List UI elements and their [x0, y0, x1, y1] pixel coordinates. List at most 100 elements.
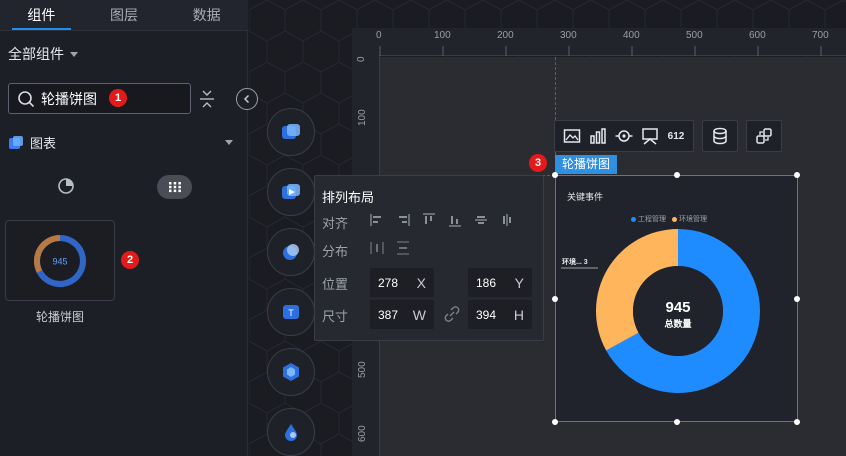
database-button[interactable] [707, 123, 733, 149]
x-unit: X [416, 274, 426, 291]
align-left-icon[interactable] [369, 212, 385, 228]
target-button[interactable] [611, 123, 637, 149]
align-bottom-icon[interactable] [447, 212, 463, 228]
filter-icon[interactable] [198, 89, 216, 109]
ruler-left-label: 0 [356, 56, 367, 62]
donut-thumbnail: 945 [33, 234, 86, 287]
resize-handle[interactable] [552, 296, 558, 302]
selected-component-label: 轮播饼图 [555, 155, 618, 174]
interaction-button[interactable] [751, 123, 777, 149]
align-top-icon[interactable] [421, 212, 437, 228]
quick-component-6[interactable] [267, 408, 315, 456]
search-icon [18, 90, 35, 107]
align-right-icon[interactable] [395, 212, 411, 228]
quick-component-4[interactable]: T [267, 288, 315, 336]
y-unit: Y [514, 274, 524, 291]
toolbar-group-link [746, 120, 782, 152]
monitor-button[interactable] [637, 123, 663, 149]
ruler-top-label: 0 [376, 30, 382, 41]
quick-component-5[interactable] [267, 348, 315, 396]
panel-tabs: 组件 图层 数据 [0, 0, 248, 31]
chevron-down-icon [225, 140, 233, 145]
category-label: 图表 [30, 136, 57, 151]
chart-category-icon [9, 135, 23, 149]
resize-handle[interactable] [674, 172, 680, 178]
quick-component-2[interactable] [267, 168, 315, 216]
resize-handle[interactable] [794, 296, 800, 302]
resize-handle[interactable] [552, 419, 558, 425]
distribute-vertical-icon[interactable] [395, 240, 411, 256]
ruler-top-label: 100 [434, 30, 451, 41]
all-components-dropdown[interactable]: 全部组件 [8, 44, 78, 64]
distribute-label: 分布 [322, 244, 349, 259]
tab-layers[interactable]: 图层 [83, 0, 166, 30]
resize-handle[interactable] [794, 172, 800, 178]
position-x-field[interactable]: 278 X [370, 268, 434, 297]
quick-component-1[interactable] [267, 108, 315, 156]
size-h-field[interactable]: 394 H [468, 300, 532, 329]
grid-icon [168, 182, 181, 193]
ruler-left-label: 600 [357, 425, 368, 442]
ruler-top-label: 200 [497, 30, 514, 41]
bar-chart-button[interactable] [585, 123, 611, 149]
image-type-button[interactable] [559, 123, 585, 149]
resize-handle[interactable] [674, 419, 680, 425]
arrange-layout-panel: 排列布局 对齐 分布 位置 278 X 186 Y 尺寸 387 W 394 H [314, 175, 544, 341]
align-label: 对齐 [322, 216, 349, 231]
bar-chart-icon [590, 128, 606, 144]
text-widget-icon: T [283, 305, 299, 319]
ruler-left-label: 500 [357, 361, 368, 378]
target-icon [615, 130, 633, 142]
category-charts[interactable]: 图表 [8, 133, 233, 152]
ruler-top-label: 500 [686, 30, 703, 41]
size-w-field[interactable]: 387 W [370, 300, 434, 329]
chevron-left-icon [243, 94, 250, 104]
monitor-icon [642, 128, 658, 145]
collapse-panel-button[interactable] [236, 88, 258, 110]
number-button[interactable]: 612 [663, 123, 689, 149]
resize-handle[interactable] [552, 172, 558, 178]
image-icon [563, 129, 581, 143]
all-components-label: 全部组件 [8, 46, 64, 62]
position-label: 位置 [322, 277, 349, 292]
component-panel: 组件 图层 数据 全部组件 轮播饼图 1 图表 945 2 轮播饼图 [0, 0, 248, 456]
tab-components[interactable]: 组件 [0, 0, 83, 30]
distribute-horizontal-icon[interactable] [369, 240, 385, 256]
toolbar-group-types: 612 [554, 120, 694, 152]
pie-view-icon[interactable] [56, 176, 76, 196]
svg-text:T: T [288, 308, 294, 318]
ruler-corner [352, 28, 379, 56]
ruler-top-label: 400 [623, 30, 640, 41]
component-card-carousel-pie[interactable]: 945 [5, 220, 115, 301]
distribute-buttons [369, 240, 411, 256]
hexagon-widget-icon [283, 363, 299, 381]
search-value: 轮播饼图 [41, 90, 97, 107]
tab-data[interactable]: 数据 [165, 0, 248, 30]
resize-handle[interactable] [794, 419, 800, 425]
search-input[interactable]: 轮播饼图 [8, 83, 191, 114]
center-value: 945 [665, 299, 690, 316]
database-icon [713, 127, 727, 145]
app-root: 组件 图层 数据 全部组件 轮播饼图 1 图表 945 2 轮播饼图 0 100… [0, 0, 846, 456]
number-label: 612 [667, 130, 685, 142]
toolbar-group-data [702, 120, 738, 152]
position-y-field[interactable]: 186 Y [468, 268, 532, 297]
position-y-value: 186 [476, 275, 497, 290]
media-widget-icon [282, 184, 300, 199]
component-card-label: 轮播饼图 [35, 310, 84, 324]
interaction-icon [756, 128, 772, 144]
carousel-pie-component[interactable]: 关键事件 工程管理 环境管理 环境... 3 945 总数量 [552, 172, 800, 425]
w-unit: W [412, 306, 426, 323]
grid-view-button[interactable] [157, 175, 192, 199]
h-unit: H [513, 306, 524, 323]
ruler-top-label: 300 [560, 30, 577, 41]
drop-widget-icon [285, 424, 297, 441]
size-w-value: 387 [378, 307, 399, 322]
link-icon[interactable] [444, 306, 460, 322]
align-vertical-center-icon[interactable] [473, 212, 489, 228]
align-horizontal-center-icon[interactable] [499, 212, 515, 228]
quick-component-3[interactable] [267, 228, 315, 276]
ruler-top-label: 700 [812, 30, 829, 41]
chart-widget-icon [282, 124, 300, 139]
step-badge-2: 2 [121, 251, 139, 269]
